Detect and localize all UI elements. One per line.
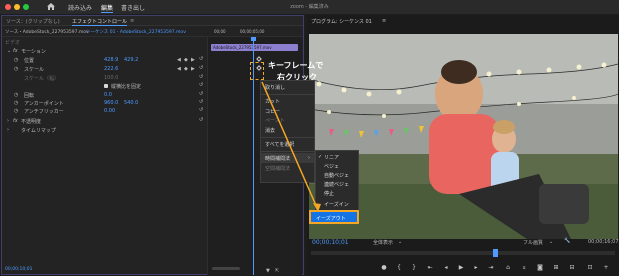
annotation-arrow: [261, 81, 321, 212]
